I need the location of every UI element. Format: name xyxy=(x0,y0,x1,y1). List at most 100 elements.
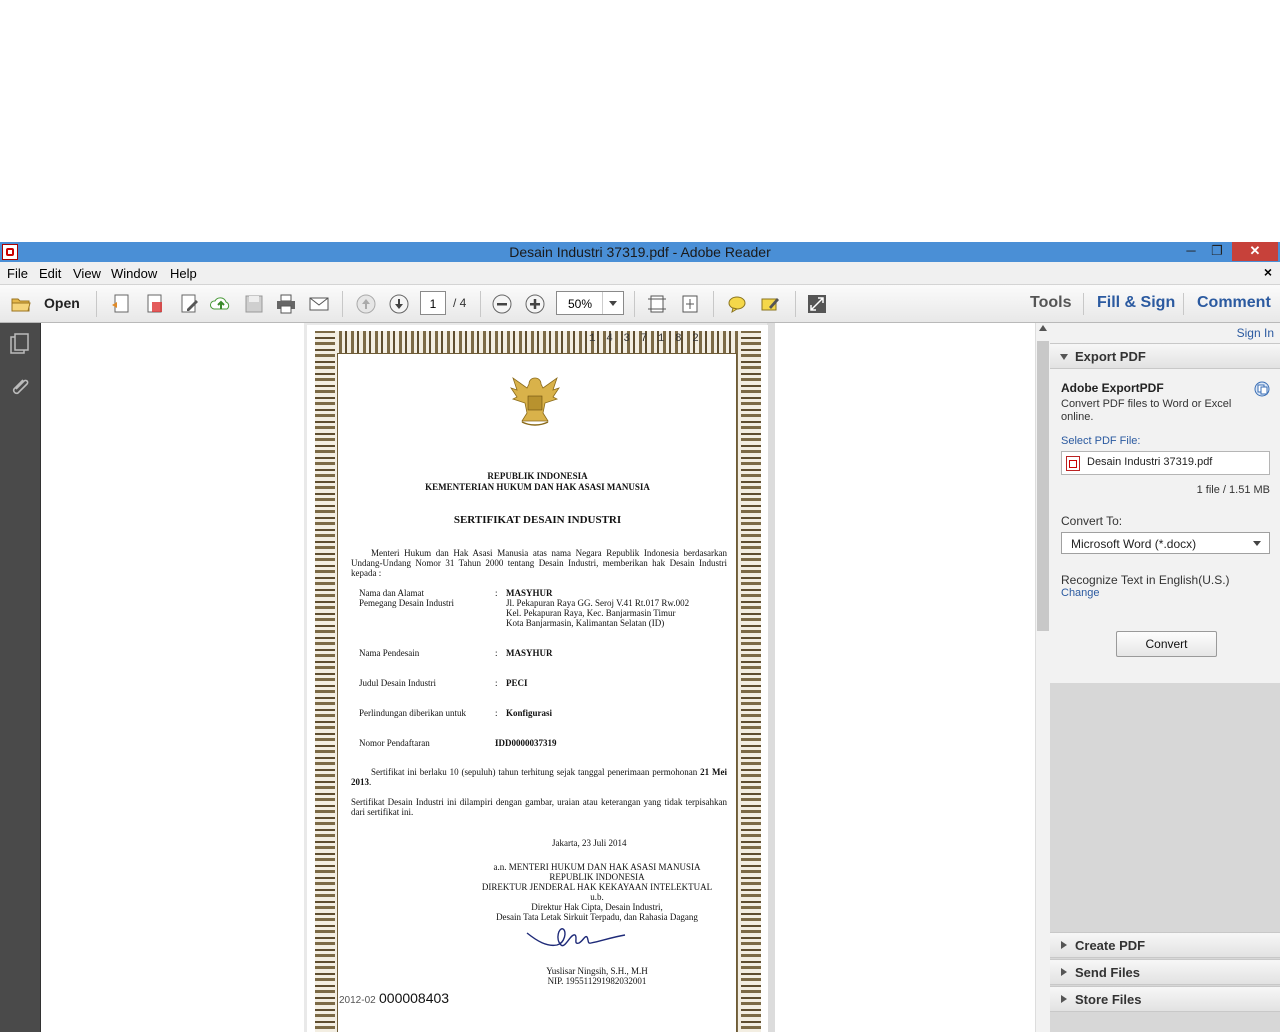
field-value-registration: IDD0000037319 xyxy=(495,738,557,748)
change-language-link[interactable]: Change xyxy=(1061,587,1100,599)
print-icon[interactable] xyxy=(275,293,297,315)
next-page-icon[interactable] xyxy=(388,293,410,315)
highlight-text-icon[interactable] xyxy=(759,293,781,315)
sign-line-2: REPUBLIK INDONESIA xyxy=(549,872,645,882)
scrollbar-thumb[interactable] xyxy=(1037,341,1049,631)
header-line1: REPUBLIK INDONESIA xyxy=(487,471,588,481)
restore-button[interactable]: ❐ xyxy=(1204,242,1230,261)
title-bar: Desain Industri 37319.pdf - Adobe Reader… xyxy=(0,242,1280,262)
selected-file-field[interactable]: Desain Industri 37319.pdf xyxy=(1061,451,1270,475)
open-button-label[interactable]: Open xyxy=(44,295,80,311)
create-pdf-icon[interactable] xyxy=(110,293,132,315)
attachment-paragraph: Sertifikat Desain Industri ini dilampiri… xyxy=(351,797,727,817)
pdf-file-icon xyxy=(1066,456,1080,471)
panel-top-bar: Sign In xyxy=(1050,323,1280,343)
attachments-paperclip-icon[interactable] xyxy=(8,375,30,399)
page-thumbnails-icon[interactable] xyxy=(8,332,30,356)
export-pdf-body: Adobe ExportPDF Convert PDF files to Wor… xyxy=(1050,369,1280,683)
field-label-title: Judul Desain Industri xyxy=(359,678,436,688)
sign-line-6: Desain Tata Letak Sirkuit Terpadu, dan R… xyxy=(496,912,698,922)
menu-file[interactable]: File xyxy=(7,266,28,281)
toolbar-separator xyxy=(713,291,714,317)
select-file-label: Select PDF File: xyxy=(1061,435,1141,447)
page-edge xyxy=(767,323,775,1032)
zoom-out-icon[interactable] xyxy=(491,293,513,315)
open-folder-icon[interactable] xyxy=(10,293,32,315)
zoom-select[interactable]: 50% xyxy=(556,291,624,315)
send-files-header[interactable]: Send Files xyxy=(1050,959,1280,985)
address-line2: Kel. Pekapuran Raya, Kec. Banjarmasin Ti… xyxy=(506,608,676,618)
menu-window[interactable]: Window xyxy=(111,266,157,281)
page-number-input[interactable]: 1 xyxy=(420,291,446,315)
tab-fill-sign[interactable]: Fill & Sign xyxy=(1097,294,1175,312)
field-label-holder: Nama dan Alamat xyxy=(359,588,424,598)
combine-files-icon[interactable] xyxy=(144,293,166,315)
convert-button[interactable]: Convert xyxy=(1116,631,1217,657)
menu-edit[interactable]: Edit xyxy=(39,266,61,281)
toolbar-separator xyxy=(634,291,635,317)
menu-help[interactable]: Help xyxy=(170,266,197,281)
tools-panel: Sign In Export PDF Adobe ExportPDF Conve… xyxy=(1050,323,1280,1032)
export-pdf-label: Export PDF xyxy=(1075,349,1146,364)
full-screen-icon[interactable] xyxy=(806,293,828,315)
create-pdf-header[interactable]: Create PDF xyxy=(1050,932,1280,958)
convert-to-label: Convert To: xyxy=(1061,514,1123,528)
signer-name: Yuslisar Ningsih, S.H., M.H xyxy=(546,966,648,976)
sign-line-4: u.b. xyxy=(590,892,604,902)
menu-view[interactable]: View xyxy=(73,266,101,281)
validity-paragraph: Sertifikat ini berlaku 10 (sepuluh) tahu… xyxy=(351,767,727,787)
send-files-label: Send Files xyxy=(1075,965,1141,980)
pdf-page[interactable]: 1 4 3 7 1 8 2 REPUBLIK INDONESIA KEMENTE… xyxy=(307,325,768,1032)
field-label-registration: Nomor Pendaftaran xyxy=(359,738,430,748)
field-colon: : xyxy=(495,648,498,658)
sign-in-link[interactable]: Sign In xyxy=(1237,326,1274,340)
field-value-title: PECI xyxy=(506,678,528,688)
serial-top: 1 4 3 7 1 8 2 xyxy=(589,333,701,345)
navigation-pane xyxy=(0,323,41,1032)
email-icon[interactable] xyxy=(308,293,330,315)
field-label-protection: Perlindungan diberikan untuk xyxy=(359,708,466,718)
tab-separator xyxy=(1183,293,1184,315)
collapsed-triangle-icon xyxy=(1061,968,1067,976)
export-info-icon[interactable] xyxy=(1254,381,1270,397)
scroll-up-arrow-icon[interactable] xyxy=(1039,325,1047,331)
adobe-reader-window: Desain Industri 37319.pdf - Adobe Reader… xyxy=(0,242,1280,1032)
zoom-in-icon[interactable] xyxy=(524,293,546,315)
header-line2: KEMENTERIAN HUKUM DAN HAK ASASI MANUSIA xyxy=(425,482,650,492)
tab-tools[interactable]: Tools xyxy=(1030,294,1071,312)
edit-pdf-icon[interactable] xyxy=(178,293,200,315)
fit-width-icon[interactable] xyxy=(646,293,668,315)
serial-number: 000008403 xyxy=(379,990,450,1006)
address-line1: Jl. Pekapuran Raya GG. Seroj V.41 Rt.017… xyxy=(506,598,690,608)
save-icon[interactable] xyxy=(243,293,265,315)
chevron-down-icon[interactable] xyxy=(602,292,623,314)
export-description: Convert PDF files to Word or Excel onlin… xyxy=(1061,398,1232,423)
field-colon: : xyxy=(495,678,498,688)
close-document-button[interactable]: × xyxy=(1264,264,1272,280)
fit-page-icon[interactable] xyxy=(679,293,701,315)
sign-line-1: a.n. MENTERI HUKUM DAN HAK ASASI MANUSIA xyxy=(493,862,701,872)
vertical-scrollbar[interactable] xyxy=(1035,323,1051,1032)
field-label-designer: Nama Pendesain xyxy=(359,648,420,658)
field-value-holder: MASYHUR xyxy=(506,588,553,598)
chevron-down-icon xyxy=(1253,541,1261,546)
minimize-button[interactable]: ─ xyxy=(1178,242,1204,261)
convert-to-select[interactable]: Microsoft Word (*.docx) xyxy=(1061,532,1270,554)
tab-comment[interactable]: Comment xyxy=(1197,294,1271,312)
previous-page-icon[interactable] xyxy=(355,293,377,315)
upload-cloud-icon[interactable] xyxy=(210,293,232,315)
export-pdf-header[interactable]: Export PDF xyxy=(1050,343,1280,369)
store-files-header[interactable]: Store Files xyxy=(1050,986,1280,1012)
sign-line-3: DIREKTUR JENDERAL HAK KEKAYAAN INTELEKTU… xyxy=(481,882,713,892)
window-title: Desain Industri 37319.pdf - Adobe Reader xyxy=(509,244,771,260)
toolbar-separator xyxy=(342,291,343,317)
garuda-emblem-icon xyxy=(510,376,560,426)
export-title: Adobe ExportPDF xyxy=(1061,381,1164,395)
field-colon: : xyxy=(495,708,498,718)
toolbar-separator xyxy=(795,291,796,317)
close-button[interactable]: ✕ xyxy=(1232,242,1278,261)
signer-nip: NIP. 195511291982032001 xyxy=(547,976,647,986)
sticky-note-icon[interactable] xyxy=(726,293,748,315)
intro-paragraph: Menteri Hukum dan Hak Asasi Manusia atas… xyxy=(351,548,727,578)
signature-icon xyxy=(526,928,626,947)
